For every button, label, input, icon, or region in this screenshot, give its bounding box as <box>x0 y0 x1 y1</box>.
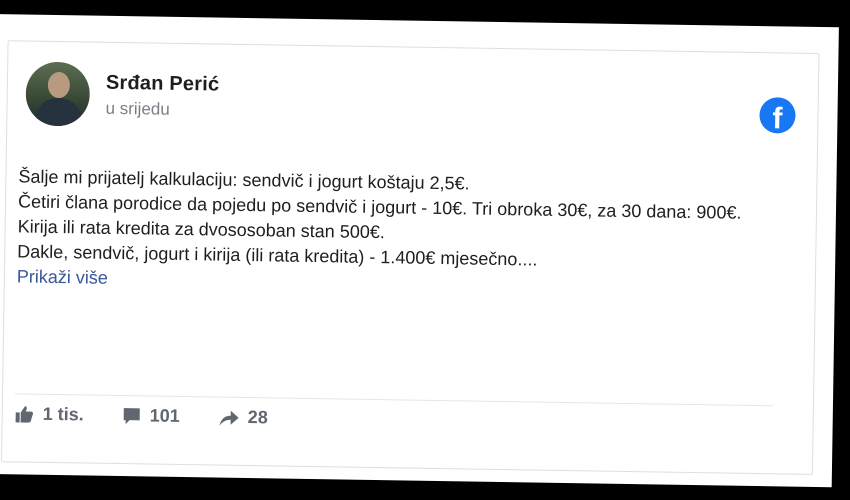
like-count: 1 tis. <box>42 403 84 425</box>
post-content: Šalje mi prijatelj kalkulaciju: sendvič … <box>17 165 809 300</box>
avatar-head <box>47 71 71 99</box>
author-block: Srđan Perić u srijedu <box>105 71 219 120</box>
like-button[interactable]: 1 tis. <box>15 403 84 425</box>
post-time[interactable]: u srijedu <box>105 98 219 120</box>
share-button[interactable]: 28 <box>218 407 268 429</box>
author-name[interactable]: Srđan Perić <box>106 71 220 96</box>
comment-button[interactable]: 101 <box>122 405 180 427</box>
comment-icon <box>123 407 140 424</box>
screenshot-stage: Srđan Perić u srijedu f Šalje mi prijate… <box>0 0 850 500</box>
facebook-post: Srđan Perić u srijedu f Šalje mi prijate… <box>0 40 820 475</box>
share-count: 28 <box>247 407 268 428</box>
screenshot-sheet: Srđan Perić u srijedu f Šalje mi prijate… <box>0 14 839 488</box>
thumbs-up-icon <box>15 405 34 423</box>
facebook-logo-icon: f <box>759 97 796 134</box>
post-actions: 1 tis. 101 28 <box>15 403 306 429</box>
avatar-body <box>35 97 82 127</box>
author-avatar[interactable] <box>25 61 91 127</box>
share-arrow-icon <box>219 410 239 426</box>
comment-count: 101 <box>149 405 180 426</box>
post-header: Srđan Perić u srijedu <box>25 61 219 129</box>
